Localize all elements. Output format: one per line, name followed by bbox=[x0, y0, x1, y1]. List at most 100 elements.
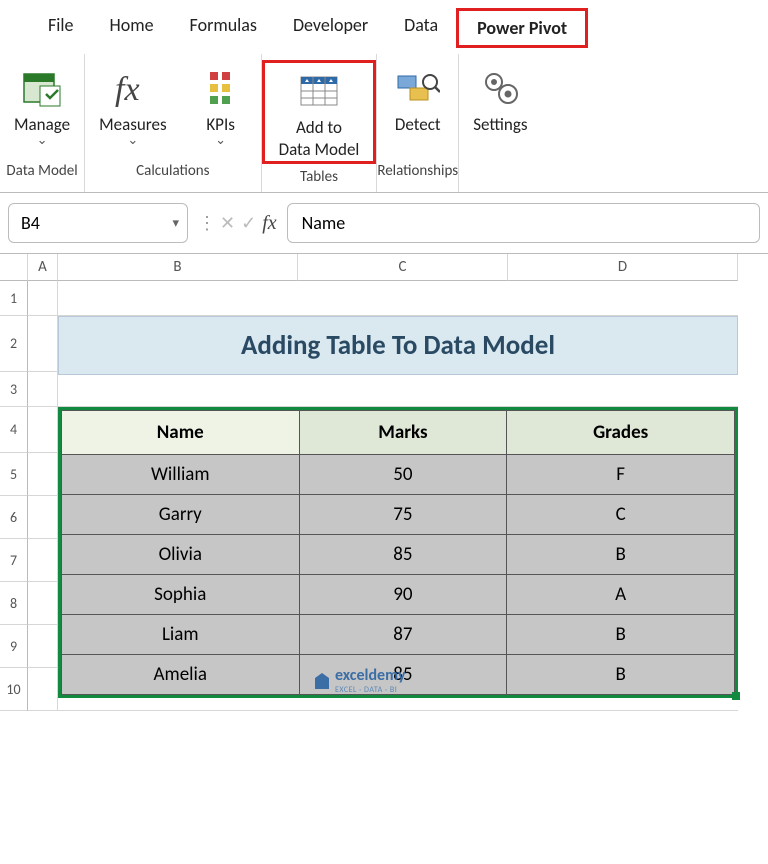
cell[interactable] bbox=[28, 453, 58, 496]
cell[interactable]: 50 bbox=[299, 455, 507, 495]
tab-data[interactable]: Data bbox=[386, 8, 456, 48]
row-header[interactable]: 6 bbox=[0, 496, 28, 539]
cell[interactable]: 75 bbox=[299, 495, 507, 535]
title-banner: Adding Table To Data Model bbox=[58, 316, 738, 375]
cell[interactable] bbox=[28, 281, 58, 316]
row-header[interactable]: 10 bbox=[0, 668, 28, 711]
cell[interactable]: B bbox=[507, 615, 735, 655]
worksheet: A B C D 1 2 Adding Table To Data Model 3 bbox=[0, 253, 768, 711]
select-all-corner[interactable] bbox=[0, 254, 28, 281]
ribbon: Manage Data Model fx Measures KPIs Calcu… bbox=[0, 54, 768, 193]
col-header-A[interactable]: A bbox=[28, 254, 58, 281]
measures-icon: fx bbox=[113, 64, 153, 112]
add-to-data-model-label: Add to Data Model bbox=[279, 117, 360, 161]
cell[interactable] bbox=[58, 281, 738, 316]
header-name[interactable]: Name bbox=[62, 411, 300, 455]
name-box[interactable]: B4 ▾ bbox=[8, 203, 188, 243]
cell[interactable] bbox=[28, 539, 58, 582]
cell[interactable] bbox=[28, 496, 58, 539]
group-calculations-label: Calculations bbox=[136, 158, 209, 184]
tab-power-pivot[interactable]: Power Pivot bbox=[456, 8, 588, 48]
row-header[interactable]: 2 bbox=[0, 316, 28, 372]
group-data-model-label: Data Model bbox=[6, 158, 77, 184]
cell[interactable] bbox=[58, 372, 738, 407]
cell[interactable]: A bbox=[507, 575, 735, 615]
enter-icon[interactable]: ✓ bbox=[241, 212, 256, 234]
table-row: Olivia85B bbox=[62, 535, 735, 575]
cell[interactable]: Olivia bbox=[62, 535, 300, 575]
tab-file[interactable]: File bbox=[30, 8, 92, 48]
name-box-value: B4 bbox=[21, 212, 40, 234]
formula-value: Name bbox=[302, 212, 346, 234]
cell[interactable]: B bbox=[507, 535, 735, 575]
tab-developer[interactable]: Developer bbox=[275, 8, 386, 48]
table-row: Sophia90A bbox=[62, 575, 735, 615]
row-header[interactable]: 5 bbox=[0, 453, 28, 496]
measures-label: Measures bbox=[99, 114, 167, 158]
add-to-data-model-button[interactable]: Add to Data Model bbox=[262, 60, 377, 164]
ribbon-tabs: File Home Formulas Developer Data Power … bbox=[0, 0, 768, 54]
detect-icon bbox=[396, 64, 440, 112]
cell[interactable]: Liam bbox=[62, 615, 300, 655]
cancel-icon[interactable]: ✕ bbox=[220, 212, 235, 234]
row-header[interactable]: 3 bbox=[0, 372, 28, 407]
col-header-B[interactable]: B bbox=[58, 254, 298, 281]
kpis-label: KPIs bbox=[206, 114, 235, 158]
cell[interactable] bbox=[28, 582, 58, 625]
cell[interactable]: 87 bbox=[299, 615, 507, 655]
cell[interactable] bbox=[28, 407, 58, 453]
dots-icon: ⋮ bbox=[198, 212, 214, 234]
group-relationships-label: Relationships bbox=[377, 158, 458, 184]
cell[interactable]: Garry bbox=[62, 495, 300, 535]
detect-button[interactable]: Detect bbox=[378, 60, 458, 158]
selected-range[interactable]: Name Marks Grades William50F Garry75C Ol… bbox=[58, 407, 738, 698]
table-header-row: Name Marks Grades bbox=[62, 411, 735, 455]
settings-label: Settings bbox=[473, 114, 527, 158]
col-header-D[interactable]: D bbox=[508, 254, 738, 281]
tab-home[interactable]: Home bbox=[92, 8, 172, 48]
row-header[interactable]: 8 bbox=[0, 582, 28, 625]
manage-label: Manage bbox=[14, 114, 70, 158]
row-header[interactable]: 1 bbox=[0, 281, 28, 316]
tab-formulas[interactable]: Formulas bbox=[172, 8, 275, 48]
kpis-button[interactable]: KPIs bbox=[181, 60, 261, 158]
row-header[interactable]: 7 bbox=[0, 539, 28, 582]
table-row: Garry75C bbox=[62, 495, 735, 535]
cell[interactable]: C bbox=[507, 495, 735, 535]
detect-label: Detect bbox=[395, 114, 441, 158]
manage-icon bbox=[20, 64, 64, 112]
gear-icon bbox=[478, 64, 522, 112]
cell[interactable]: Sophia bbox=[62, 575, 300, 615]
cell[interactable] bbox=[28, 625, 58, 668]
cell[interactable] bbox=[28, 668, 58, 711]
data-table: Name Marks Grades William50F Garry75C Ol… bbox=[61, 410, 735, 695]
svg-text:fx: fx bbox=[115, 71, 140, 108]
table-icon bbox=[297, 67, 341, 115]
manage-button[interactable]: Manage bbox=[0, 60, 84, 158]
cell[interactable]: 85 bbox=[299, 655, 507, 695]
cell[interactable]: 85 bbox=[299, 535, 507, 575]
formula-bar[interactable]: Name bbox=[287, 203, 760, 243]
table-row: Liam87B bbox=[62, 615, 735, 655]
cell[interactable]: William bbox=[62, 455, 300, 495]
cell[interactable]: F bbox=[507, 455, 735, 495]
cell[interactable]: Adding Table To Data Model bbox=[58, 316, 738, 372]
kpis-icon bbox=[206, 64, 236, 112]
chevron-down-icon[interactable]: ▾ bbox=[172, 216, 179, 231]
table-row: William50F bbox=[62, 455, 735, 495]
cell[interactable] bbox=[28, 372, 58, 407]
fill-handle[interactable] bbox=[732, 692, 740, 700]
cell[interactable]: B bbox=[507, 655, 735, 695]
cell[interactable] bbox=[28, 316, 58, 372]
col-header-C[interactable]: C bbox=[298, 254, 508, 281]
settings-button[interactable]: Settings bbox=[459, 60, 541, 158]
cell[interactable]: Amelia bbox=[62, 655, 300, 695]
measures-button[interactable]: fx Measures bbox=[85, 60, 181, 158]
header-grades[interactable]: Grades bbox=[507, 411, 735, 455]
cell[interactable]: 90 bbox=[299, 575, 507, 615]
row-header[interactable]: 9 bbox=[0, 625, 28, 668]
row-header[interactable]: 4 bbox=[0, 407, 28, 453]
table-row: Amelia85B bbox=[62, 655, 735, 695]
header-marks[interactable]: Marks bbox=[299, 411, 507, 455]
fx-icon[interactable]: fx bbox=[262, 212, 276, 235]
